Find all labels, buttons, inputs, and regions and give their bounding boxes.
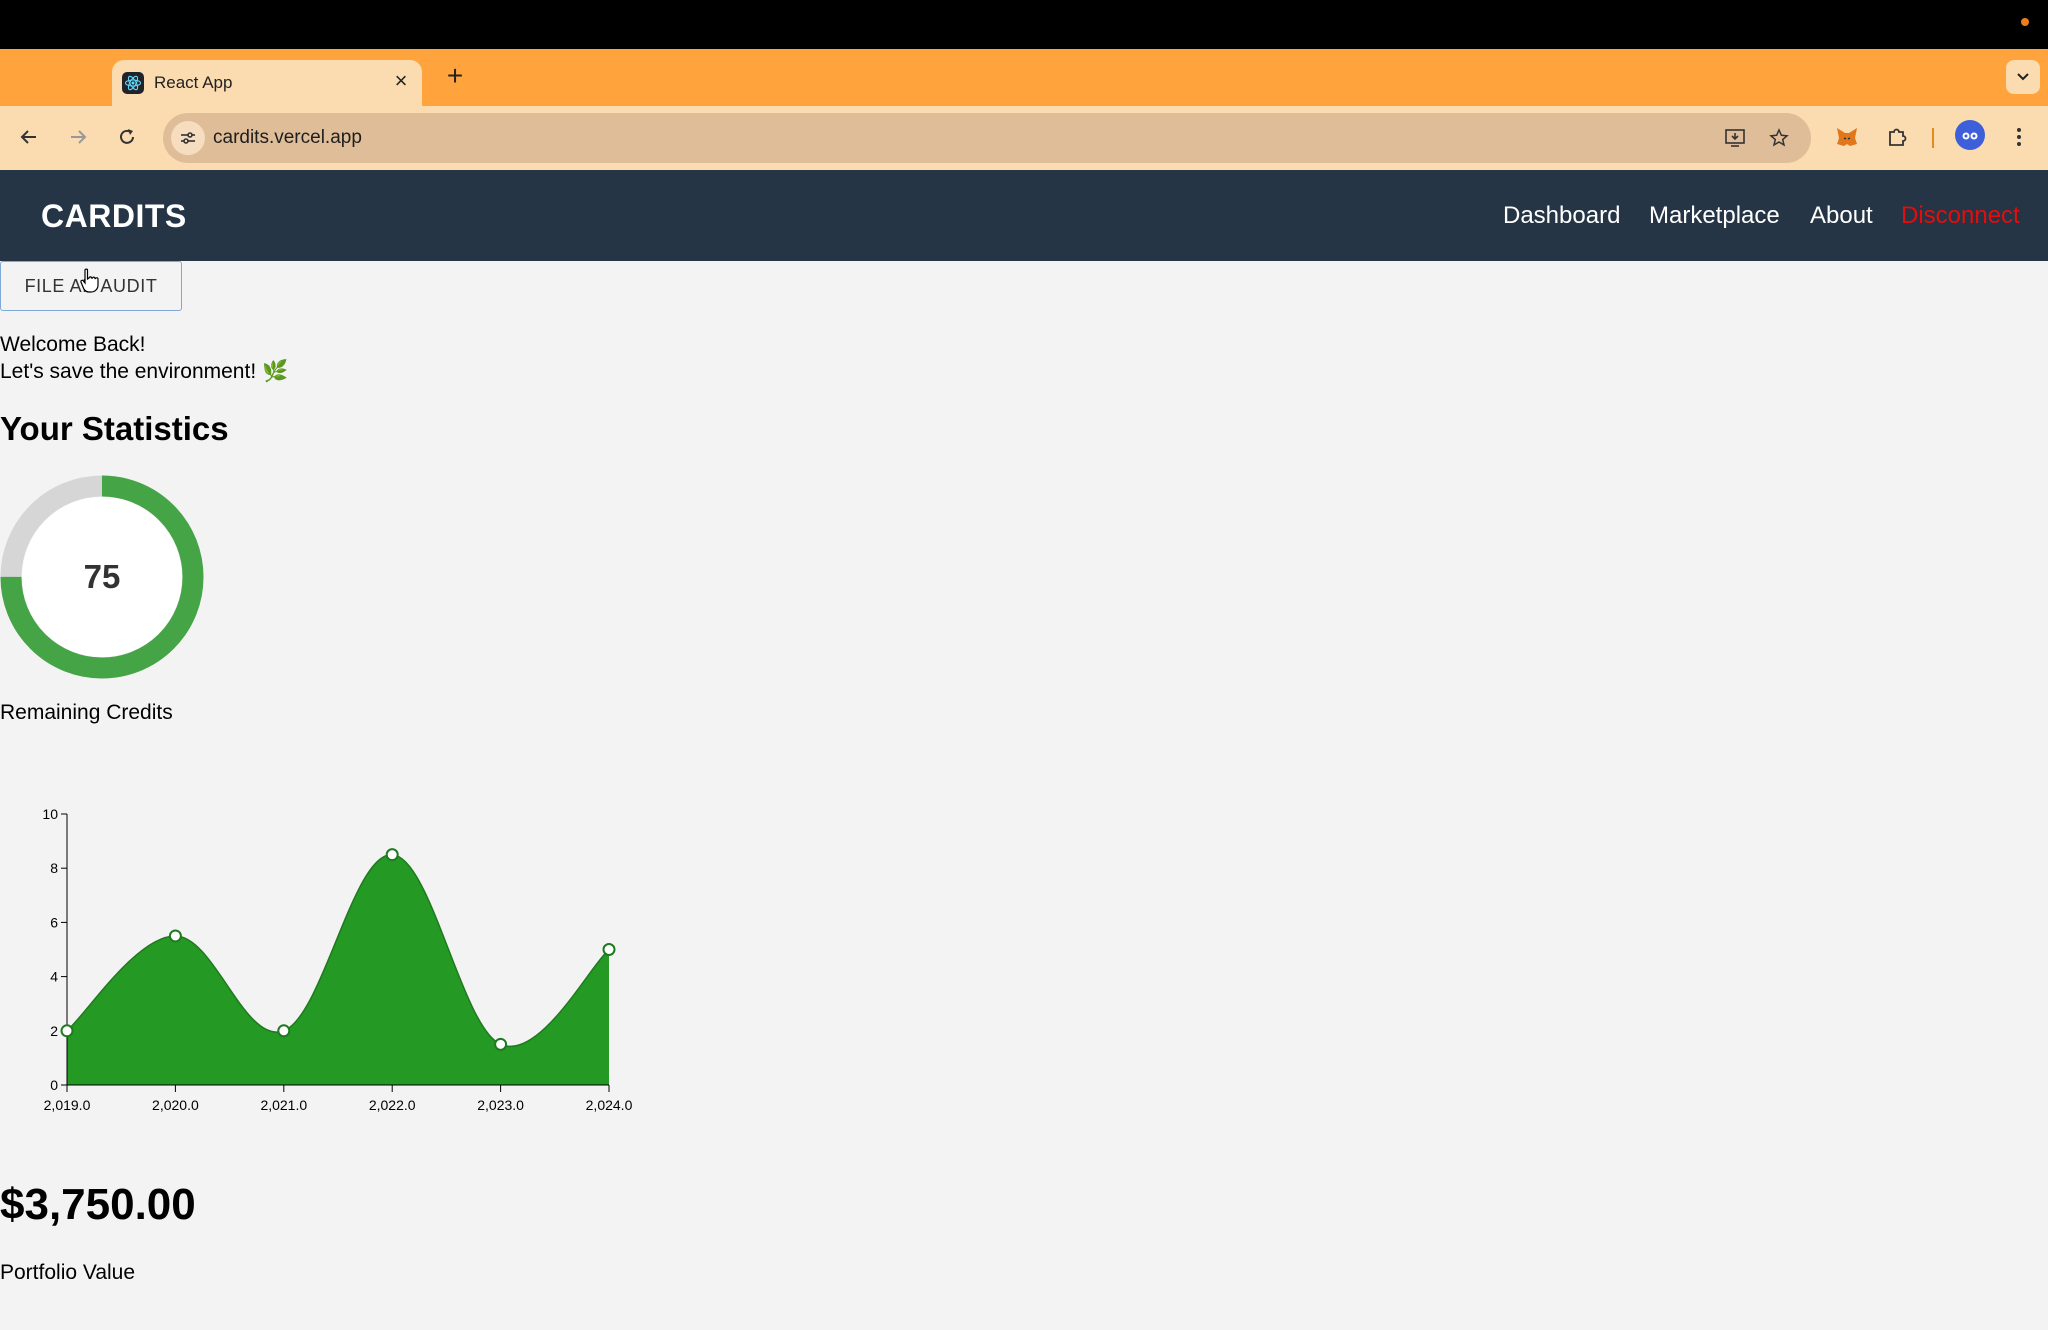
react-favicon [122,72,144,94]
data-point [60,1024,74,1038]
os-menu-bar [0,0,2048,49]
statistics-title: Your Statistics [0,410,229,447]
credits-value: 75 [83,558,121,595]
data-point [494,1037,508,1051]
y-tick-label: 8 [50,860,58,876]
forward-arrow-icon[interactable] [61,120,95,154]
x-tick-label: 2,023.0 [477,1097,524,1113]
welcome-text: Welcome Back! [0,333,146,356]
back-arrow-icon[interactable] [12,120,46,154]
nav-disconnect[interactable]: Disconnect [1901,202,2020,230]
nav-marketplace[interactable]: Marketplace [1649,202,1780,230]
y-tick-label: 2 [50,1023,58,1039]
x-tick-label: 2,022.0 [369,1097,416,1113]
star-icon[interactable] [1764,123,1794,153]
data-point [168,929,182,943]
data-point [385,848,399,862]
data-point [277,1024,291,1038]
x-tick-label: 2,021.0 [260,1097,307,1113]
puzzle-icon[interactable] [1880,120,1914,154]
tagline-text: Let's save the environment! 🌿 [0,360,289,383]
nav-about[interactable]: About [1810,202,1873,230]
brand-logo[interactable]: CARDITS [41,198,187,235]
portfolio-label: Portfolio Value [0,1261,136,1284]
chevron-down-icon[interactable] [2006,60,2040,94]
install-app-icon[interactable] [1720,123,1750,153]
app-navbar: CARDITS Dashboard Marketplace About Disc… [0,170,2048,261]
tab-strip: React App × + [0,49,2048,106]
nav-dashboard[interactable]: Dashboard [1503,202,1620,230]
y-tick-label: 10 [42,806,58,822]
site-info-icon[interactable] [171,121,205,155]
profile-icon[interactable] [1955,120,1985,150]
hand-cursor-icon [80,268,99,293]
x-tick-label: 2,024.0 [586,1097,633,1113]
credits-area-chart: 0 2 4 6 8 10 2,019.0 2,020.0 2,021.0 2,022.0 2,023… [42,806,633,1113]
metamask-icon[interactable] [1830,120,1864,154]
x-tick-label: 2,020.0 [152,1097,199,1113]
recording-indicator [2021,18,2029,26]
close-icon[interactable]: × [388,68,414,94]
browser-tab[interactable]: React App × [112,60,422,106]
kebab-menu-icon[interactable] [2002,120,2036,154]
plus-icon[interactable]: + [440,60,470,91]
portfolio-value: $3,750.00 [0,1180,196,1229]
y-tick-label: 6 [50,914,58,930]
area-fill [67,854,609,1085]
url-text: cardits.vercel.app [213,127,362,148]
toolbar-separator [1932,128,1934,148]
y-tick-label: 4 [50,969,58,985]
x-tick-label: 2,019.0 [44,1097,91,1113]
credits-label: Remaining Credits [0,701,173,724]
welcome-block: Welcome Back! Let's save the environment… [0,331,288,385]
reload-icon[interactable] [110,120,144,154]
tab-title: React App [154,73,233,92]
address-bar[interactable]: cardits.vercel.app [163,113,1811,163]
browser-toolbar: cardits.vercel.app [0,106,2048,170]
y-tick-label: 0 [50,1077,58,1093]
data-point [602,943,616,956]
